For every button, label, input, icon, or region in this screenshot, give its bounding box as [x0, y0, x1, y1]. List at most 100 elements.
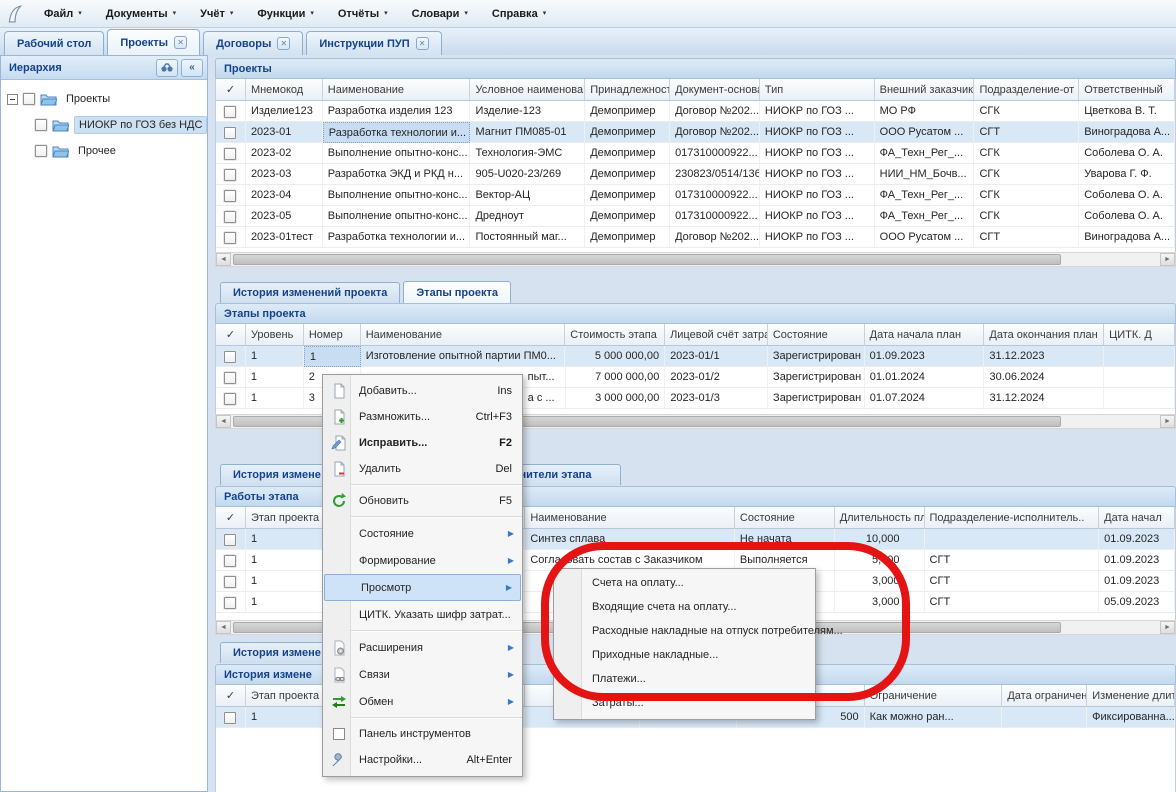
tab-project-history[interactable]: История изменений проекта — [220, 282, 400, 303]
column-header[interactable]: Номер — [304, 324, 361, 346]
menu-item-forming[interactable]: Формирование ▶ — [323, 547, 522, 574]
menu-item-settings[interactable]: Настройки... Alt+Enter — [323, 747, 522, 773]
tab-project-stages[interactable]: Этапы проекта — [403, 281, 511, 303]
menu-item-delete[interactable]: Удалить Del — [323, 456, 522, 482]
column-header[interactable]: Условное наименова — [470, 79, 585, 101]
row-checkbox[interactable] — [216, 164, 246, 185]
row-checkbox[interactable] — [216, 206, 246, 227]
row-checkbox[interactable] — [216, 185, 246, 206]
menu-item-toolbar-toggle[interactable]: Панель инструментов — [323, 721, 522, 747]
menu-item-view[interactable]: Просмотр ▶ — [324, 574, 521, 601]
table-row[interactable]: 2023-02 Выполнение опытно-конс... Технол… — [216, 143, 1175, 164]
column-header[interactable]: Наименование — [361, 324, 566, 346]
table-row-selected[interactable]: 2023-01 Разработка технологии и... Магни… — [216, 122, 1175, 143]
column-header[interactable]: Изменение длите — [1087, 685, 1175, 707]
collapse-panel-icon[interactable]: « — [181, 59, 203, 77]
select-all-header[interactable]: ✓ — [216, 79, 246, 101]
menu-item-exchange[interactable]: Обмен ▶ — [323, 688, 522, 715]
column-header[interactable]: Длительность план▼ — [835, 507, 925, 529]
menu-item-citk-code[interactable]: ЦИТК. Указать шифр затрат... — [323, 601, 522, 628]
menu-accounting[interactable]: Учёт▾ — [190, 4, 243, 24]
menu-file[interactable]: Файл▾ — [34, 4, 92, 24]
menu-item-extensions[interactable]: Расширения ▶ — [323, 634, 522, 661]
menu-reports[interactable]: Отчёты▾ — [328, 4, 398, 24]
close-icon[interactable]: ✕ — [174, 36, 187, 49]
tree-checkbox[interactable] — [35, 145, 47, 157]
menu-item-state[interactable]: Состояние ▶ — [323, 520, 522, 547]
column-header[interactable]: Наименование — [525, 507, 735, 529]
menu-functions[interactable]: Функции▾ — [247, 4, 323, 24]
menu-item-duplicate[interactable]: Размножить... Ctrl+F3 — [323, 404, 522, 430]
table-row[interactable]: Изделие123 Разработка изделия 123 Издели… — [216, 101, 1175, 122]
column-header[interactable]: Подразделение-от — [974, 79, 1079, 101]
scroll-left-icon[interactable]: ◄ — [216, 253, 231, 266]
tree-item-projects[interactable]: Проекты — [7, 88, 114, 110]
column-header[interactable]: Лицевой счёт затрат. — [665, 324, 768, 346]
column-header[interactable]: Мнемокод — [246, 79, 323, 101]
column-header[interactable]: Внешний заказчик — [875, 79, 975, 101]
search-icon[interactable] — [156, 59, 178, 77]
select-all-header[interactable]: ✓ — [216, 685, 246, 707]
tab-desktop[interactable]: Рабочий стол — [4, 31, 104, 55]
row-checkbox[interactable] — [216, 707, 246, 728]
close-icon[interactable]: ✕ — [277, 37, 290, 50]
collapse-node-icon[interactable] — [7, 94, 18, 105]
column-header[interactable]: Уровень — [246, 324, 304, 346]
scroll-right-icon[interactable]: ► — [1160, 415, 1175, 428]
column-header[interactable]: Стоимость этапа — [565, 324, 665, 346]
column-header[interactable]: Документ-основан — [670, 79, 760, 101]
row-checkbox[interactable] — [216, 143, 246, 164]
tab-instructions[interactable]: Инструкции ПУП✕ — [306, 31, 441, 55]
column-header[interactable]: Дата начал — [1099, 507, 1175, 529]
table-row-selected[interactable]: 1 1 Изготовление опытной партии ПМ0... 5… — [216, 346, 1175, 367]
scroll-thumb[interactable] — [233, 254, 1061, 265]
scroll-right-icon[interactable]: ► — [1160, 621, 1175, 634]
column-header[interactable]: Подразделение-исполнитель.. — [925, 507, 1100, 529]
row-checkbox[interactable] — [216, 550, 246, 571]
table-row[interactable]: 2023-01тест Разработка технологии и... П… — [216, 227, 1175, 248]
row-checkbox[interactable] — [216, 101, 246, 122]
column-header[interactable]: ЦИТК. Д — [1104, 324, 1175, 346]
menu-dictionaries[interactable]: Словари▾ — [402, 4, 478, 24]
column-header[interactable]: Дата ограничения — [1002, 685, 1087, 707]
row-checkbox[interactable] — [216, 571, 246, 592]
table-row[interactable]: 2023-05 Выполнение опытно-конс... Дредно… — [216, 206, 1175, 227]
tree-item-niokr[interactable]: НИОКР по ГОЗ без НДС — [35, 114, 207, 136]
column-header[interactable]: Дата начала план — [865, 324, 985, 346]
select-all-header[interactable]: ✓ — [216, 324, 246, 346]
select-all-header[interactable]: ✓ — [216, 507, 246, 529]
column-header[interactable]: Этап проекта — [246, 685, 331, 707]
scroll-left-icon[interactable]: ◄ — [216, 621, 231, 634]
row-checkbox[interactable] — [216, 227, 246, 248]
tree-checkbox[interactable] — [35, 119, 47, 131]
projects-hscrollbar[interactable]: ◄ ► — [215, 252, 1176, 267]
column-header[interactable]: Состояние — [735, 507, 835, 529]
table-row[interactable]: 2023-03 Разработка ЭКД и РКД н... 905-U0… — [216, 164, 1175, 185]
column-header[interactable]: Состояние — [768, 324, 865, 346]
table-row[interactable]: 2023-04 Выполнение опытно-конс... Вектор… — [216, 185, 1175, 206]
tab-projects[interactable]: Проекты✕ — [107, 29, 200, 55]
row-checkbox[interactable] — [216, 346, 246, 367]
column-header[interactable]: Наименование — [323, 79, 471, 101]
menu-item-links[interactable]: Связи ▶ — [323, 661, 522, 688]
column-header[interactable]: Дата окончания план — [984, 324, 1104, 346]
scroll-right-icon[interactable]: ► — [1160, 253, 1175, 266]
tab-contracts[interactable]: Договоры✕ — [203, 31, 303, 55]
row-checkbox[interactable] — [216, 367, 246, 388]
tree-checkbox[interactable] — [23, 93, 35, 105]
row-checkbox[interactable] — [216, 388, 246, 409]
scroll-left-icon[interactable]: ◄ — [216, 415, 231, 428]
menu-documents[interactable]: Документы▾ — [96, 4, 186, 24]
tree-item-other[interactable]: Прочее — [35, 140, 120, 162]
row-checkbox[interactable] — [216, 122, 246, 143]
close-icon[interactable]: ✕ — [416, 37, 429, 50]
column-header[interactable]: Тип — [760, 79, 875, 101]
row-checkbox[interactable] — [216, 529, 246, 550]
column-header[interactable]: Принадлежность — [585, 79, 670, 101]
menu-item-add[interactable]: Добавить... Ins — [323, 378, 522, 404]
column-header[interactable]: Ответственный — [1079, 79, 1175, 101]
menu-item-edit[interactable]: Исправить... F2 — [323, 430, 522, 456]
column-header[interactable]: Этап проекта — [246, 507, 331, 529]
row-checkbox[interactable] — [216, 592, 246, 613]
menu-item-refresh[interactable]: Обновить F5 — [323, 488, 522, 514]
